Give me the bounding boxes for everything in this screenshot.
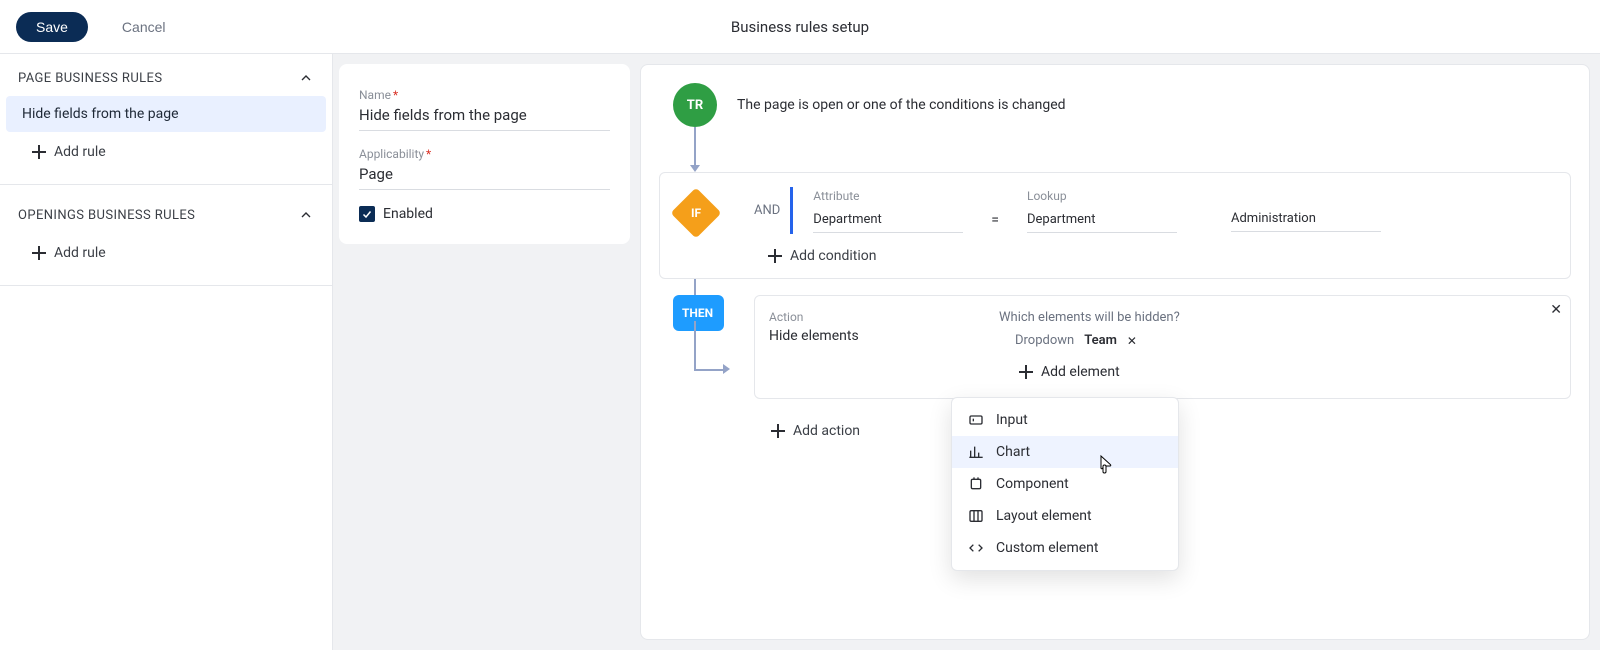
plus-icon [1019,365,1033,379]
connector-line [694,127,696,165]
sidebar-section-openings-rules[interactable]: OPENINGS BUSINESS RULES [0,191,332,233]
add-condition-label: Add condition [790,248,876,264]
checkbox-checked-icon[interactable] [359,206,375,222]
add-action-label: Add action [793,423,860,439]
close-icon[interactable]: ✕ [1550,302,1562,318]
menu-item-custom[interactable]: Custom element [952,532,1178,564]
sidebar-section-title: OPENINGS BUSINESS RULES [18,208,195,223]
condition-right-value-cell[interactable]: Administration [1231,190,1381,232]
add-condition-button[interactable]: Add condition [768,248,1558,264]
rule-form-card: Name* Hide fields from the page Applicab… [339,64,630,244]
plus-icon [32,145,46,159]
action-value[interactable]: Hide elements [769,328,939,344]
menu-item-component[interactable]: Component [952,468,1178,500]
input-icon [968,412,984,428]
sidebar-add-label: Add rule [54,245,106,261]
menu-item-label: Input [996,412,1028,428]
form-column: Name* Hide fields from the page Applicab… [333,54,636,650]
condition-right-lookup[interactable]: Department [1027,209,1177,233]
plus-icon [32,246,46,260]
save-button[interactable]: Save [16,12,88,42]
connector-elbow [694,321,724,371]
if-badge: IF [671,188,722,239]
name-label: Name* [359,88,610,102]
divider [0,285,332,286]
menu-item-label: Custom element [996,540,1099,556]
element-type-menu: Input Chart Component Layout element Cus… [951,397,1179,571]
menu-item-input[interactable]: Input [952,404,1178,436]
name-field[interactable]: Hide fields from the page [359,102,610,131]
plus-icon [768,249,782,263]
sidebar: PAGE BUSINESS RULES Hide fields from the… [0,54,333,650]
enabled-checkbox-row[interactable]: Enabled [359,206,610,222]
enabled-label: Enabled [383,206,433,222]
condition-right-value[interactable]: Administration [1231,208,1381,232]
topbar: Save Cancel Business rules setup [0,0,1600,54]
connector-line [694,279,696,295]
divider [0,184,332,185]
sidebar-add-label: Add rule [54,144,106,160]
chart-icon [968,444,984,460]
action-column: Action Hide elements [769,310,939,380]
cancel-button[interactable]: Cancel [116,18,172,36]
add-element-button[interactable]: Add element [1019,364,1180,380]
layout-icon [968,508,984,524]
operator-equals[interactable]: = [983,212,1007,228]
if-block: IF AND Attribute Department = Lookup Dep… [659,172,1571,279]
arrow-down-icon [690,165,700,172]
chevron-up-icon [298,207,314,223]
menu-item-label: Layout element [996,508,1092,524]
menu-item-label: Component [996,476,1069,492]
condition-left-value[interactable]: Department [813,209,963,233]
action-label: Action [769,310,939,324]
sidebar-add-rule-openings[interactable]: Add rule [0,233,332,279]
add-element-label: Add element [1041,364,1120,380]
condition-row: AND Attribute Department = Lookup Depart… [750,187,1558,234]
applicability-label: Applicability* [359,147,610,161]
condition-left-cell[interactable]: Attribute Department [813,189,963,233]
chevron-up-icon [298,70,314,86]
sidebar-add-rule-page[interactable]: Add rule [0,132,332,178]
trigger-row: TR The page is open or one of the condit… [673,83,1571,127]
elements-column: Which elements will be hidden? Dropdown … [999,310,1180,380]
menu-item-chart[interactable]: Chart [952,436,1178,468]
condition-left-label: Attribute [813,189,963,203]
action-card: ✕ Action Hide elements Which elements wi… [754,295,1571,399]
remove-tag-icon[interactable]: ✕ [1127,334,1137,348]
applicability-field[interactable]: Page [359,161,610,190]
arrow-right-icon [723,364,730,374]
sidebar-section-page-rules[interactable]: PAGE BUSINESS RULES [0,54,332,96]
condition-right-label: Lookup [1027,189,1177,203]
flow-canvas-inner: TR The page is open or one of the condit… [640,64,1590,640]
element-tag-name: Team [1084,333,1117,348]
flow-canvas: TR The page is open or one of the condit… [636,54,1600,650]
element-tag-type: Dropdown [1015,333,1074,348]
menu-item-layout[interactable]: Layout element [952,500,1178,532]
condition-right-type-cell[interactable]: Lookup Department [1027,189,1177,233]
then-area: THEN ✕ Action Hide elements Which elemen… [659,295,1571,399]
logic-operator[interactable]: AND [750,187,793,234]
page-title: Business rules setup [0,18,1600,36]
menu-item-label: Chart [996,444,1030,460]
trigger-text: The page is open or one of the condition… [737,97,1066,113]
component-icon [968,476,984,492]
code-icon [968,540,984,556]
element-tag: Dropdown Team ✕ [999,333,1180,348]
elements-question: Which elements will be hidden? [999,310,1180,325]
sidebar-item-rule[interactable]: Hide fields from the page [6,96,326,132]
sidebar-section-title: PAGE BUSINESS RULES [18,71,162,86]
trigger-badge: TR [673,83,717,127]
plus-icon [771,424,785,438]
